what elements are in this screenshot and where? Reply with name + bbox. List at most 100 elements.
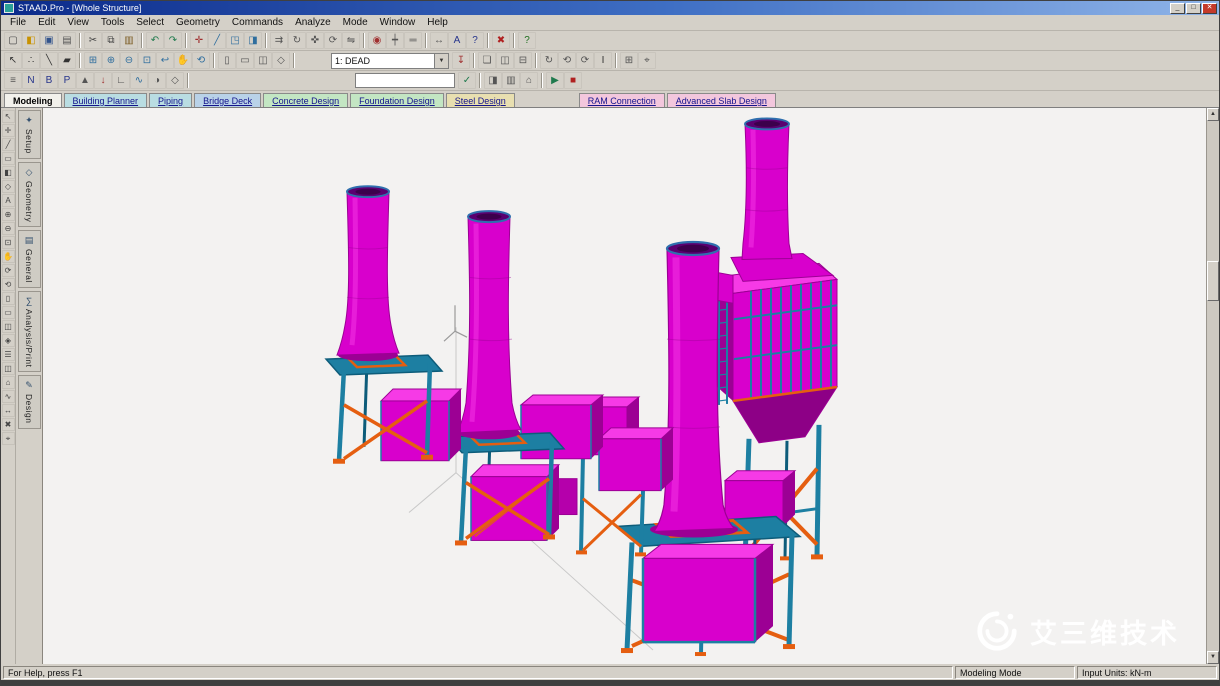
- tab-modeling[interactable]: Modeling: [4, 93, 62, 107]
- strip-cursor-select-icon[interactable]: ↖: [2, 110, 15, 123]
- annotate-icon[interactable]: A: [448, 32, 466, 49]
- menu-edit[interactable]: Edit: [32, 16, 61, 29]
- zoom-all-icon[interactable]: ⊞: [84, 52, 102, 69]
- strip-add-solid-icon[interactable]: ◧: [2, 166, 15, 179]
- menu-geometry[interactable]: Geometry: [170, 16, 226, 29]
- spin-left-icon[interactable]: ⟲: [558, 52, 576, 69]
- strip-zoom-out-icon[interactable]: ⊖: [2, 222, 15, 235]
- scrollbar-track[interactable]: [1207, 121, 1219, 651]
- new-file-icon[interactable]: ▢: [4, 32, 22, 49]
- minimize-button[interactable]: _: [1170, 3, 1185, 14]
- orbit-icon[interactable]: ↻: [540, 52, 558, 69]
- scroll-down-icon[interactable]: ▼: [1207, 651, 1219, 664]
- perspective-toggle-icon[interactable]: ◇: [166, 72, 184, 89]
- tile-horizontal-icon[interactable]: ◫: [496, 52, 514, 69]
- page-tab-design[interactable]: ✎Design: [18, 375, 41, 428]
- apply-icon[interactable]: ✓: [458, 72, 476, 89]
- node-labels-icon[interactable]: N: [22, 72, 40, 89]
- move-icon[interactable]: ✜: [306, 32, 324, 49]
- symbols-labels-icon[interactable]: ≡: [4, 72, 22, 89]
- strip-text-label-icon[interactable]: A: [2, 194, 15, 207]
- view-iso-icon[interactable]: ◇: [272, 52, 290, 69]
- scroll-up-icon[interactable]: ▲: [1207, 108, 1219, 121]
- add-beam-icon[interactable]: ╱: [208, 32, 226, 49]
- circular-repeat-icon[interactable]: ↻: [288, 32, 306, 49]
- cursor-select-icon[interactable]: ↖: [4, 52, 22, 69]
- tab-foundation-design[interactable]: Foundation Design: [350, 93, 444, 107]
- menu-tools[interactable]: Tools: [95, 16, 130, 29]
- copy-icon[interactable]: ⧉: [102, 32, 120, 49]
- plate-labels-icon[interactable]: P: [58, 72, 76, 89]
- strip-add-plate-icon[interactable]: ▭: [2, 152, 15, 165]
- supports-toggle-icon[interactable]: ▲: [76, 72, 94, 89]
- query-icon[interactable]: ?: [466, 32, 484, 49]
- add-node-icon[interactable]: ✛: [190, 32, 208, 49]
- merge-beams-icon[interactable]: ═: [404, 32, 422, 49]
- menu-commands[interactable]: Commands: [226, 16, 289, 29]
- save-icon[interactable]: ▣: [40, 32, 58, 49]
- cursor-beam-icon[interactable]: ╲: [40, 52, 58, 69]
- tab-steel-design[interactable]: Steel Design: [446, 93, 515, 107]
- load-page-icon[interactable]: ↧: [452, 52, 470, 69]
- active-load-combo[interactable]: 1: DEAD▼: [331, 53, 449, 69]
- mirror-icon[interactable]: ⇋: [342, 32, 360, 49]
- loads-toggle-icon[interactable]: ↓: [94, 72, 112, 89]
- tab-advanced-slab-design[interactable]: Advanced Slab Design: [667, 93, 776, 107]
- open-file-icon[interactable]: ◧: [22, 32, 40, 49]
- chevron-down-icon[interactable]: ▼: [434, 54, 448, 68]
- help-icon[interactable]: ?: [518, 32, 536, 49]
- tab-ram-connection[interactable]: RAM Connection: [579, 93, 665, 107]
- rotate-icon[interactable]: ⟳: [324, 32, 342, 49]
- toolbar-text-input[interactable]: [355, 73, 455, 88]
- menu-file[interactable]: File: [4, 16, 32, 29]
- strip-diagram-toggle-icon[interactable]: ∿: [2, 390, 15, 403]
- stop-icon[interactable]: ■: [564, 72, 582, 89]
- pan-icon[interactable]: ✋: [174, 52, 192, 69]
- strip-add-beam-icon[interactable]: ╱: [2, 138, 15, 151]
- strip-view-top-icon[interactable]: ▭: [2, 306, 15, 319]
- grid-toggle-icon[interactable]: ⊞: [620, 52, 638, 69]
- zoom-out-icon[interactable]: ⊖: [120, 52, 138, 69]
- strip-rotate-cw-icon[interactable]: ⟳: [2, 264, 15, 277]
- vertical-scrollbar[interactable]: ▲ ▼: [1206, 108, 1219, 664]
- text-tool-icon[interactable]: I: [594, 52, 612, 69]
- strip-target-node-icon[interactable]: ⌖: [2, 432, 15, 445]
- add-solid-icon[interactable]: ◨: [244, 32, 262, 49]
- strip-view-front-icon[interactable]: ▯: [2, 292, 15, 305]
- view-front-icon[interactable]: ▯: [218, 52, 236, 69]
- run-analysis-icon[interactable]: ▶: [546, 72, 564, 89]
- tab-concrete-design[interactable]: Concrete Design: [263, 93, 348, 107]
- view-top-icon[interactable]: ▭: [236, 52, 254, 69]
- strip-list-view-icon[interactable]: ☰: [2, 348, 15, 361]
- strip-add-node-icon[interactable]: ✛: [2, 124, 15, 137]
- tab-piping[interactable]: Piping: [149, 93, 192, 107]
- add-plate-icon[interactable]: ◳: [226, 32, 244, 49]
- translational-repeat-icon[interactable]: ⇉: [270, 32, 288, 49]
- reset-view-icon[interactable]: ⌂: [520, 72, 538, 89]
- scrollbar-thumb[interactable]: [1207, 261, 1219, 301]
- page-tab-analysis-print[interactable]: ∑Analysis/Print: [18, 291, 41, 373]
- strip-split-view-icon[interactable]: ◫: [2, 362, 15, 375]
- print-icon[interactable]: ▤: [58, 32, 76, 49]
- undo-icon[interactable]: ↶: [146, 32, 164, 49]
- strip-rotate-ccw-icon[interactable]: ⟲: [2, 278, 15, 291]
- strip-zoom-window-icon[interactable]: ⊡: [2, 236, 15, 249]
- beam-labels-icon[interactable]: B: [40, 72, 58, 89]
- menu-mode[interactable]: Mode: [337, 16, 374, 29]
- axes-toggle-icon[interactable]: ⌖: [638, 52, 656, 69]
- strip-dimension-tool-icon[interactable]: ↔: [2, 404, 15, 417]
- cut-icon[interactable]: ✂: [84, 32, 102, 49]
- tab-bridge-deck[interactable]: Bridge Deck: [194, 93, 261, 107]
- strip-erase-tool-icon[interactable]: ✖: [2, 418, 15, 431]
- menu-help[interactable]: Help: [421, 16, 454, 29]
- strip-view-side-icon[interactable]: ◫: [2, 320, 15, 333]
- tab-building-planner[interactable]: Building Planner: [64, 93, 148, 107]
- strip-add-surface-icon[interactable]: ◇: [2, 180, 15, 193]
- page-tab-general[interactable]: ▤General: [18, 230, 41, 288]
- axes-icon-icon[interactable]: ∟: [112, 72, 130, 89]
- strip-view-iso-icon[interactable]: ◈: [2, 334, 15, 347]
- model-canvas[interactable]: 艾三维技术: [43, 108, 1206, 664]
- zoom-in-icon[interactable]: ⊕: [102, 52, 120, 69]
- view-side-icon[interactable]: ◫: [254, 52, 272, 69]
- strip-home-view-icon[interactable]: ⌂: [2, 376, 15, 389]
